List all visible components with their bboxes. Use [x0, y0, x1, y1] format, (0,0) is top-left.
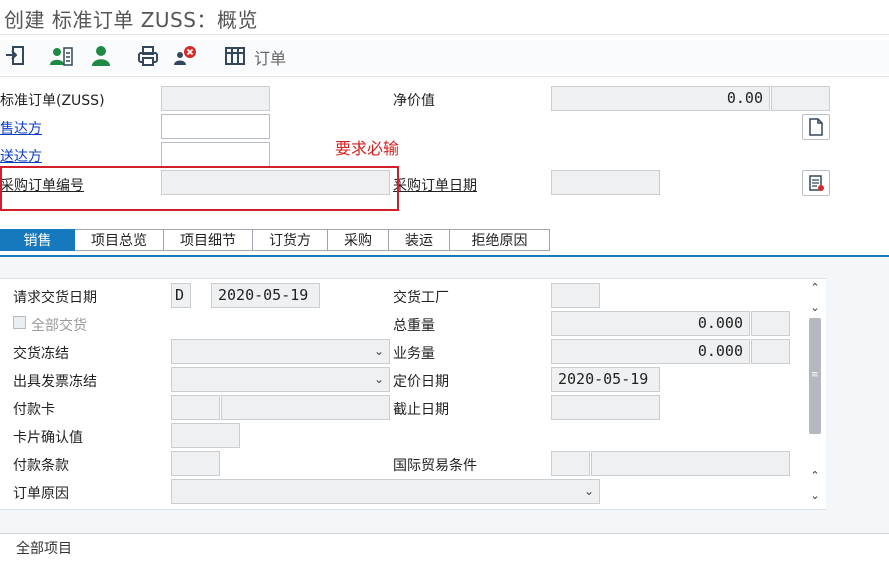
full-delivery-checkbox[interactable] [13, 316, 26, 329]
all-items-label: 全部项目 [16, 541, 72, 557]
volume-field: 0.000 [551, 339, 750, 364]
window-title: 创建 标准订单 ZUSS：概览 [4, 8, 258, 32]
payment-card-label: 付款卡 [13, 402, 55, 418]
req-delivery-date-label: 请求交货日期 [13, 290, 97, 306]
card-verification-label: 卡片确认值 [13, 430, 83, 446]
toolbar: 订单 [0, 40, 889, 74]
billing-block-select[interactable]: ⌄ [171, 367, 390, 392]
sold-to-input[interactable] [161, 114, 270, 139]
weight-unit-field [751, 311, 790, 336]
tab-sales[interactable]: 销售 [0, 229, 75, 251]
document-list-icon [809, 175, 824, 191]
tab-item-detail[interactable]: 项目细节 [164, 229, 253, 251]
delivery-block-select[interactable]: ⌄ [171, 339, 390, 364]
net-value-field: 0.00 [551, 86, 770, 111]
po-date-field[interactable] [551, 170, 660, 195]
incoterms-location-field[interactable] [591, 451, 790, 476]
footer-divider [0, 533, 889, 534]
volume-unit-field [751, 339, 790, 364]
scrollbar-thumb[interactable]: ≡ [809, 318, 821, 434]
toolbar-divider [0, 76, 889, 77]
card-verification-field[interactable] [171, 423, 240, 448]
contact-card-icon[interactable] [48, 43, 74, 69]
order-reason-label: 订单原因 [13, 486, 69, 502]
net-value-label: 净价值 [393, 93, 435, 109]
volume-label: 业务量 [393, 346, 435, 362]
billing-block-label: 出具发票冻结 [13, 374, 97, 390]
incoterms-code-field[interactable] [551, 451, 590, 476]
payment-terms-field[interactable] [171, 451, 220, 476]
pricing-date-field[interactable]: 2020-05-19 [551, 367, 660, 392]
grip-icon: ≡ [811, 370, 819, 380]
title-divider [0, 34, 889, 35]
tab-item-overview[interactable]: 项目总览 [75, 229, 164, 251]
plant-field[interactable] [551, 283, 600, 308]
expiry-date-label: 截止日期 [393, 402, 449, 418]
ship-to-label[interactable]: 送达方 [0, 146, 42, 166]
vertical-scrollbar[interactable]: ⌃ ⌄ ≡ ⌃ ⌄ [804, 278, 826, 508]
tab-ordering-party[interactable]: 订货方 [253, 229, 328, 251]
document-icon [809, 118, 823, 136]
enter-icon[interactable] [2, 43, 28, 69]
user-icon[interactable] [88, 43, 114, 69]
tab-rejection-reason[interactable]: 拒绝原因 [450, 229, 550, 251]
order-type-label: 标准订单(ZUSS) [0, 93, 105, 109]
po-details-button[interactable] [802, 170, 830, 196]
tab-shipping[interactable]: 装运 [389, 229, 450, 251]
scroll-page-down-icon[interactable]: ⌄ [804, 488, 826, 504]
tab-procurement[interactable]: 采购 [328, 229, 389, 251]
scroll-page-up-icon[interactable]: ⌃ [804, 468, 826, 484]
payment-card-type-field[interactable] [171, 395, 220, 420]
incoterms-label: 国际贸易条件 [393, 458, 477, 474]
tab-strip: 销售 项目总览 项目细节 订货方 采购 装运 拒绝原因 [0, 229, 550, 251]
scroll-up-icon[interactable]: ⌃ [804, 280, 826, 296]
ship-to-input[interactable] [161, 142, 270, 167]
payment-card-number-field[interactable] [221, 395, 390, 420]
order-menu-label[interactable]: 订单 [254, 45, 286, 69]
order-type-field [161, 86, 270, 111]
payment-terms-label: 付款条款 [13, 458, 69, 474]
chevron-down-icon: ⌄ [373, 372, 384, 386]
document-button[interactable] [802, 114, 830, 140]
req-delivery-date-field[interactable]: 2020-05-19 [211, 283, 320, 308]
date-unit-field[interactable]: D [171, 283, 191, 308]
total-weight-label: 总重量 [393, 318, 435, 334]
required-annotation: 要求必输 [335, 139, 400, 158]
highlight-box [0, 166, 399, 211]
grid-icon[interactable] [222, 43, 248, 69]
delivery-block-label: 交货冻结 [13, 346, 69, 362]
expiry-date-field[interactable] [551, 395, 660, 420]
chevron-down-icon: ⌄ [583, 484, 594, 498]
full-delivery-label: 全部交货 [31, 318, 87, 334]
total-weight-field: 0.000 [551, 311, 750, 336]
scroll-down-icon[interactable]: ⌄ [804, 300, 826, 316]
chevron-down-icon: ⌄ [373, 344, 384, 358]
sold-to-label[interactable]: 售达方 [0, 118, 42, 138]
po-date-label: 采购订单日期 [393, 178, 477, 194]
plant-label: 交货工厂 [393, 290, 449, 306]
order-reason-select[interactable]: ⌄ [171, 479, 600, 504]
pricing-date-label: 定价日期 [393, 374, 449, 390]
print-icon[interactable] [134, 43, 162, 69]
currency-field [771, 86, 830, 111]
user-delete-icon[interactable] [172, 43, 200, 69]
